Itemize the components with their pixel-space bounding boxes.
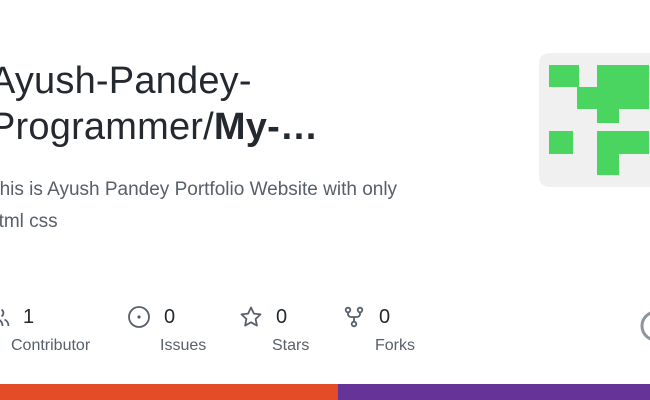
issues-icon bbox=[127, 305, 151, 329]
github-logo-icon bbox=[640, 310, 650, 342]
stat-issues[interactable]: 0 Issues bbox=[127, 305, 206, 356]
stat-contributors[interactable]: 1 Contributor bbox=[0, 305, 90, 356]
repo-owner-line2-wrap: Programmer/My-… bbox=[0, 104, 470, 150]
stars-label: Stars bbox=[272, 337, 310, 354]
language-segment-css bbox=[338, 384, 650, 400]
forks-count: 0 bbox=[379, 306, 391, 328]
repo-owner-line1: Ayush-Pandey- bbox=[0, 60, 252, 102]
issues-label: Issues bbox=[160, 337, 207, 354]
star-icon bbox=[239, 305, 263, 329]
repo-description-line1: This is Ayush Pandey Portfolio Website w… bbox=[0, 179, 398, 200]
repo-owner-line2: Programmer/ bbox=[0, 106, 214, 148]
contributors-label: Contributor bbox=[11, 337, 91, 354]
repo-title[interactable]: Ayush-Pandey- Programmer/My-… bbox=[0, 58, 470, 150]
language-bar bbox=[0, 384, 650, 400]
repo-description-line2: html css bbox=[0, 211, 58, 232]
forks-label: Forks bbox=[375, 337, 415, 354]
repo-social-card: Ayush-Pandey- Programmer/My-… This is Ay… bbox=[0, 0, 650, 400]
contributors-count: 1 bbox=[23, 306, 35, 328]
repo-name: My-… bbox=[213, 106, 319, 148]
identicon-avatar bbox=[539, 53, 650, 187]
stat-forks[interactable]: 0 Forks bbox=[342, 305, 415, 356]
language-segment-html bbox=[0, 384, 338, 400]
stat-stars[interactable]: 0 Stars bbox=[239, 305, 309, 356]
stars-count: 0 bbox=[276, 306, 288, 328]
contributors-icon bbox=[0, 305, 10, 329]
fork-icon bbox=[342, 305, 366, 329]
issues-count: 0 bbox=[164, 306, 176, 328]
repo-description: This is Ayush Pandey Portfolio Website w… bbox=[0, 174, 468, 238]
